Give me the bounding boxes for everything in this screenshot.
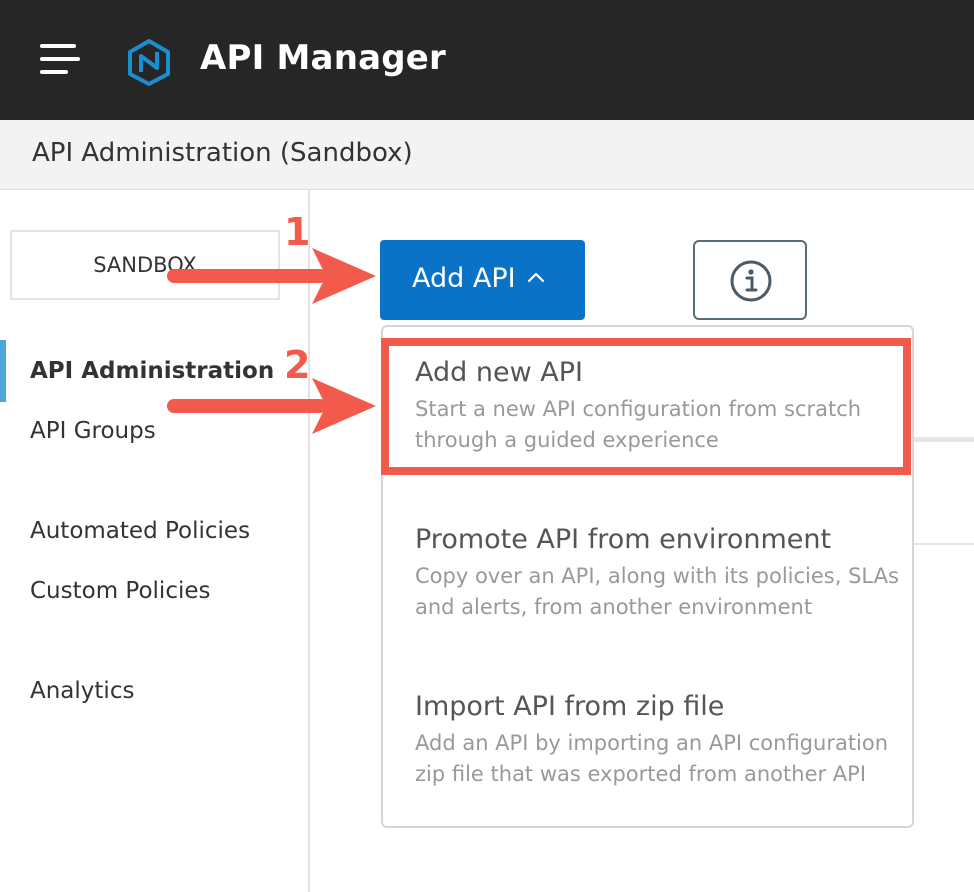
menu-item-description-line: through a guided experience [415, 428, 719, 452]
menu-item-import-api-zip[interactable]: Import API from zip file Add an API by i… [415, 691, 888, 790]
page-header: API Administration (Sandbox) [0, 120, 974, 190]
sidebar-item-automated-policies[interactable]: Automated Policies [30, 518, 250, 544]
add-api-button-label: Add API [412, 263, 516, 294]
menu-item-add-new-api[interactable]: Add new API Start a new API configuratio… [415, 357, 861, 456]
add-api-button[interactable]: Add API [380, 240, 585, 320]
chevron-up-icon [527, 272, 545, 283]
annotation-arrow-1 [167, 248, 376, 304]
menu-item-description-line: zip file that was exported from another … [415, 762, 867, 786]
sidebar-item-custom-policies[interactable]: Custom Policies [30, 578, 211, 604]
page-title: API Administration (Sandbox) [32, 138, 413, 168]
annotation-arrow-2 [167, 378, 376, 434]
hamburger-menu-icon[interactable] [40, 42, 80, 76]
menu-item-title: Import API from zip file [415, 691, 725, 722]
add-api-dropdown-menu: Add new API Start a new API configuratio… [381, 325, 914, 828]
app-title: API Manager [200, 38, 447, 78]
menu-item-description: Add an API by importing an API configura… [415, 728, 888, 790]
sidebar-item-analytics[interactable]: Analytics [30, 678, 134, 704]
menu-item-description-line: and alerts, from another environment [415, 595, 813, 619]
info-button[interactable] [693, 240, 807, 320]
api-manager-logo-icon [128, 39, 170, 86]
menu-item-title: Add new API [415, 357, 583, 388]
menu-item-description-line: Add an API by importing an API configura… [415, 731, 889, 755]
sidebar-item-api-groups[interactable]: API Groups [30, 418, 156, 444]
info-icon [730, 260, 772, 302]
menu-item-description: Start a new API configuration from scrat… [415, 394, 861, 456]
menu-item-description-line: Copy over an API, along with its policie… [415, 564, 899, 588]
active-nav-indicator [0, 340, 6, 402]
menu-item-description-line: Start a new API configuration from scrat… [415, 397, 862, 421]
menu-item-title: Promote API from environment [415, 524, 832, 555]
menu-item-description: Copy over an API, along with its policie… [415, 561, 899, 623]
top-bar: API Manager [0, 0, 974, 120]
menu-item-promote-api[interactable]: Promote API from environment Copy over a… [415, 524, 899, 623]
